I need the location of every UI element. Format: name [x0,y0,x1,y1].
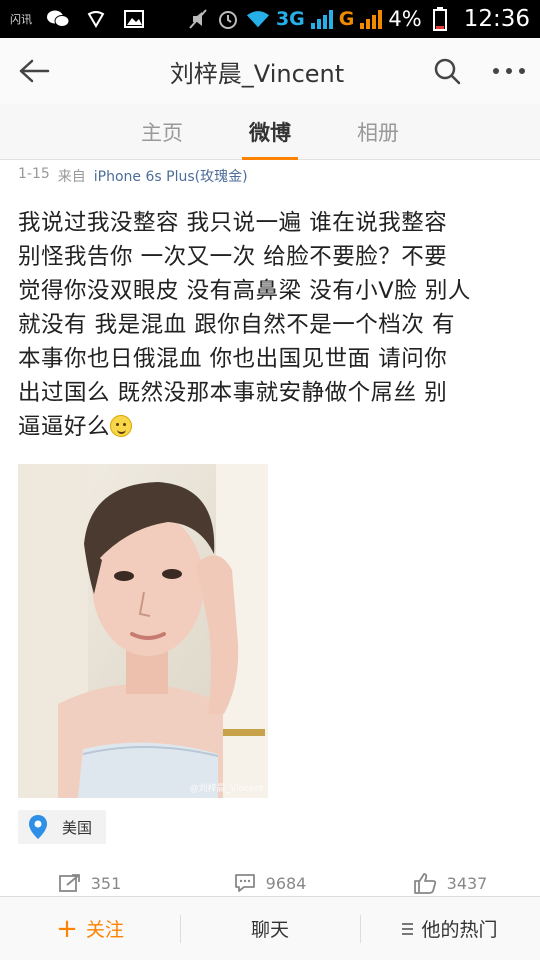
signal-g-icon [360,9,383,29]
back-arrow-icon [19,59,50,83]
post-actions: 351 9684 3437 [0,864,540,896]
post-line: 本事你也日俄混血 你也出国见世面 请问你 [18,346,448,372]
post-line: 我说过我没整容 我只说一遍 谁在说我整容 [18,210,448,236]
location-tag[interactable]: 美国 [18,810,107,844]
post-line: 觉得你没双眼皮 没有高鼻梁 没有小V脸 别人 [18,278,471,304]
post-content: 1-15 来自 iPhone 6s Plus(玫瑰金) 我说过我没整容 我只说一… [0,160,540,896]
post-line: 出过国么 既然没那本事就安静做个屌丝 别 [18,380,448,406]
search-button[interactable] [416,38,478,104]
comment-icon [234,874,255,892]
repost-icon [58,874,80,892]
smiley-icon [110,415,133,437]
vpn-icon [84,7,108,31]
post-date: 1-15 [18,166,50,182]
location-label: 美国 [62,818,93,837]
post-line: 就没有 我是混血 跟你自然不是一个档次 有 [18,312,455,338]
post-text: 我说过我没整容 我只说一遍 谁在说我整容 别怪我告你 一次又一次 给脸不要脸？不… [18,206,524,444]
bottom-bar: + 关注 聊天 他的热门 [0,896,540,960]
post-source-prefix: 来自 [57,169,86,185]
follow-label: 关注 [85,919,124,941]
repost-count: 351 [90,873,122,893]
thumbs-up-icon [413,873,436,894]
tab-album[interactable]: 相册 [324,104,432,160]
comment-button[interactable]: 9684 [180,864,360,896]
comment-count: 9684 [265,873,307,893]
alarm-icon [216,7,240,31]
post-line: 别怪我告你 一次又一次 给脸不要脸？不要 [18,244,448,270]
clock: 12:36 [463,6,530,32]
carrier-label: 闪讯 [10,13,32,26]
like-count: 3437 [446,873,488,893]
page-title: 刘梓晨_Vincent [169,59,345,88]
tab-home[interactable]: 主页 [108,104,216,160]
chat-label: 聊天 [250,919,289,941]
wechat-icon [46,7,70,31]
tab-weibo[interactable]: 微博 [216,104,324,160]
post-image[interactable]: @刘梓晨_Vincent [18,464,268,798]
network-3g-label: 3G [275,8,305,30]
portrait-photo [18,464,268,798]
post-source[interactable]: iPhone 6s Plus(玫瑰金) [94,166,248,186]
post-line: 逼逼好么 [18,410,524,444]
profile-tabs: 主页 微博 相册 [0,104,540,160]
more-icon [493,68,525,74]
signal-3g-icon [310,9,333,29]
image-watermark: @刘梓晨_Vincent [189,784,264,794]
plus-icon: + [56,913,78,944]
repost-button[interactable]: 351 [0,864,180,896]
location-pin-icon [29,815,47,839]
status-bar: 闪讯 3G G 4% 12:36 [0,0,540,38]
search-icon [434,58,461,85]
wifi-icon [246,7,270,31]
post-line-text: 逼逼好么 [18,414,111,440]
network-g-label: G [338,8,355,30]
like-button[interactable]: 3437 [360,864,540,896]
chat-button[interactable]: 聊天 [180,897,360,961]
title-bar: 刘梓晨_Vincent [0,38,540,104]
follow-button[interactable]: + 关注 [0,897,180,961]
mute-icon [186,7,210,31]
menu-icon [402,922,414,935]
hot-posts-button[interactable]: 他的热门 [360,897,540,961]
hot-posts-label: 他的热门 [421,919,498,941]
back-button[interactable] [0,38,68,104]
post-meta: 1-15 来自 iPhone 6s Plus(玫瑰金) [18,166,248,186]
battery-icon [428,7,452,31]
image-icon [122,7,146,31]
more-button[interactable] [478,38,540,104]
battery-percent: 4% [388,7,422,31]
